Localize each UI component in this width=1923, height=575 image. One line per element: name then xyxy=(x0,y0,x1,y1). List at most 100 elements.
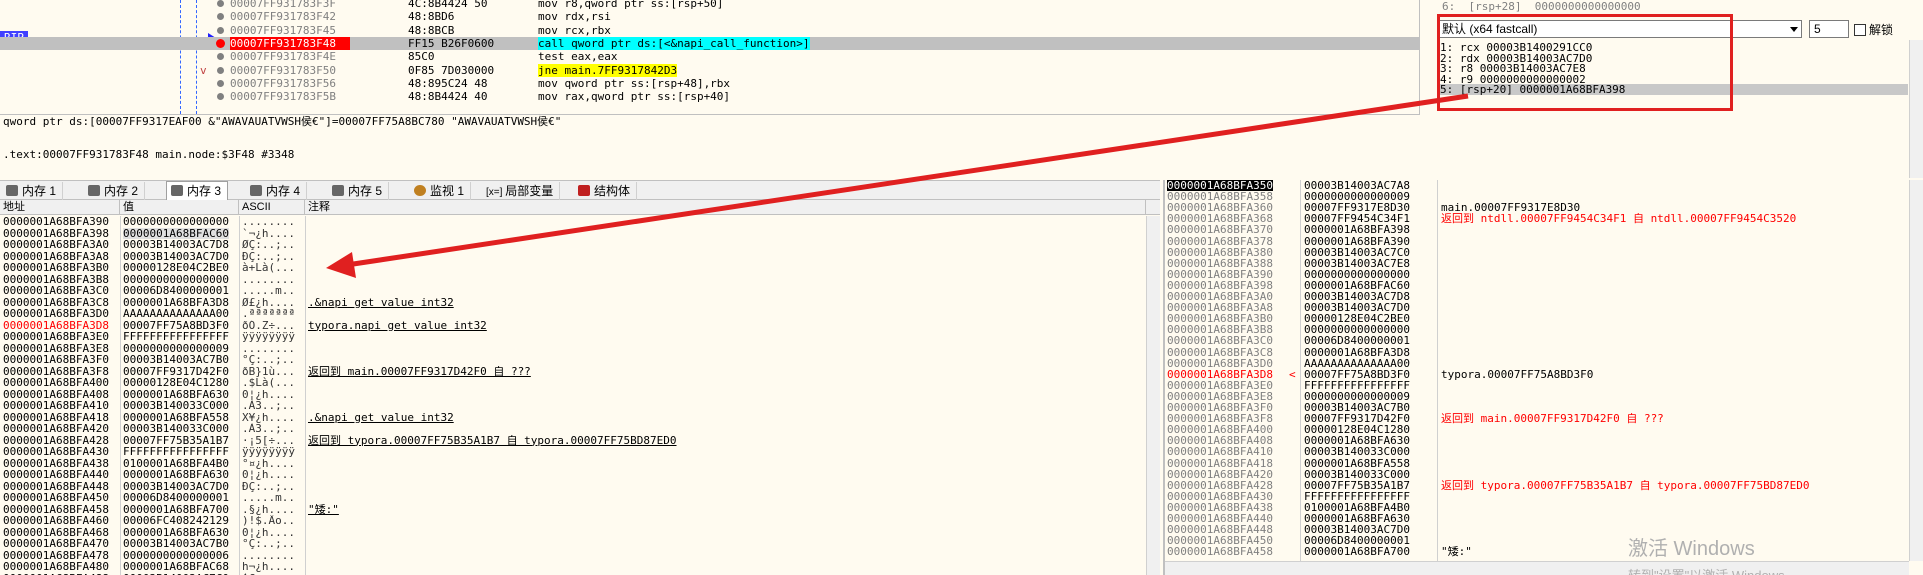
tab-2[interactable]: 内存 2 xyxy=(84,182,146,200)
tab-4[interactable]: 内存 4 xyxy=(246,182,308,200)
table-row[interactable]: 0000001A68BFA3F8 00007FF9317D42F0 ðB}1ù...… xyxy=(0,366,1146,378)
disasm-row[interactable]: v 00007FF931783F50 0F85 7D030000 jne main.7… xyxy=(0,63,1419,77)
stack-row[interactable]: 0000001A68BFA360 00007FF9317E8D30 main.000… xyxy=(1165,202,1909,213)
table-row[interactable]: 0000001A68BFA3D8 00007FF75A8BD3F0 ðÓ.Z÷...… xyxy=(0,320,1146,332)
stack-row[interactable]: 0000001A68BFA420 00003B140033C000 xyxy=(1165,469,1909,480)
stack-row[interactable]: 0000001A68BFA390 0000000000000000 xyxy=(1165,269,1909,280)
disasm-row[interactable]: 00007FF931783F56 48:895C24 48 mov qword pt… xyxy=(0,77,1419,90)
stack-row[interactable]: 0000001A68BFA3B0 00000128E04C2BE0 xyxy=(1165,313,1909,324)
stack-row[interactable]: 0000001A68BFA430 FFFFFFFFFFFFFFFF xyxy=(1165,491,1909,502)
table-row[interactable]: 0000001A68BFA458 0000001A68BFA700 .§¿h....… xyxy=(0,504,1146,516)
stack-row[interactable]: 0000001A68BFA3C8 0000001A68BFA3D8 xyxy=(1165,347,1909,358)
stack-address: 0000001A68BFA3C8 xyxy=(1167,346,1273,358)
stack-row[interactable]: 0000001A68BFA438 0100001A68BFA4B0 xyxy=(1165,502,1909,513)
stack-row[interactable]: 0000001A68BFA388 00003B14003AC7E8 xyxy=(1165,258,1909,269)
col-header-value[interactable]: 值 xyxy=(120,200,239,215)
table-row[interactable]: 0000001A68BFA3E8 0000000000000009........ xyxy=(0,343,1146,355)
table-row[interactable]: 0000001A68BFA3D0 AAAAAAAAAAAAAA00 .ªªªªªªª xyxy=(0,308,1146,320)
stack-row[interactable]: 0000001A68BFA3F8 00007FF9317D42F0 返回到 main… xyxy=(1165,413,1909,424)
table-row[interactable]: 0000001A68BFA3F0 00003B14003AC7B0 °Ç:..;.. xyxy=(0,354,1146,366)
bullet-icon[interactable] xyxy=(217,26,224,34)
disasm-row[interactable]: 00007FF931783F4E 85C0 test eax,eax xyxy=(0,50,1419,63)
stack-row[interactable]: 0000001A68BFA3D0 AAAAAAAAAAAAAA00 xyxy=(1165,358,1909,369)
table-row[interactable]: 0000001A68BFA448 00003B14003AC7D0 ÐÇ:..;.. xyxy=(0,481,1146,493)
table-row[interactable]: 0000001A68BFA460 00006FC408242129)!$.Äo.. xyxy=(0,515,1146,527)
table-row[interactable]: 0000001A68BFA3E0 FFFFFFFFFFFFFFFF ÿÿÿÿÿÿÿÿ xyxy=(0,331,1146,343)
unlock-checkbox[interactable]: 解锁 xyxy=(1854,21,1893,38)
table-row[interactable]: 0000001A68BFA418 0000001A68BFA558 X¥¿h....… xyxy=(0,412,1146,424)
disasm-row[interactable]: 00007FF931783F45 48:8BCB mov rcx,rbx xyxy=(0,24,1419,37)
args-scrollbar[interactable] xyxy=(1909,40,1923,178)
disasm-row[interactable]: 00007FF931783F3F 4C:8B4424 50 mov r8,qword… xyxy=(0,0,1419,10)
disassembly-view[interactable]: RIP 00007FF931783F3F4C:8B4424 50mov r8,q… xyxy=(0,0,1420,114)
table-row[interactable]: 0000001A68BFA400 00000128E04C1280 .$Là(... xyxy=(0,377,1146,389)
tab-7[interactable]: [x=] 局部变量 xyxy=(482,182,561,200)
stack-row[interactable]: 0000001A68BFA440 0000001A68BFA630 xyxy=(1165,513,1909,524)
table-row[interactable]: 0000001A68BFA440 0000001A68BFA630 0¦¿h.... xyxy=(0,469,1146,481)
tab-3[interactable]: 内存 3 xyxy=(166,181,229,201)
col-header-address[interactable]: 地址 xyxy=(0,200,120,215)
stack-row[interactable]: 0000001A68BFA380 00003B14003AC7C0 xyxy=(1165,247,1909,258)
table-row[interactable]: 0000001A68BFA3B0 00000128E04C2BE0 à+Là(... xyxy=(0,262,1146,274)
table-row[interactable]: 0000001A68BFA390 0000000000000000........ xyxy=(0,216,1146,228)
table-row[interactable]: 0000001A68BFA410 00003B140033C000 .À3..;.. xyxy=(0,400,1146,412)
stack-row[interactable]: 0000001A68BFA408 0000001A68BFA630 xyxy=(1165,435,1909,446)
stack-row[interactable]: 0000001A68BFA3E8 0000000000000009 xyxy=(1165,391,1909,402)
table-row[interactable]: 0000001A68BFA470 00003B14003AC7B0 °Ç:..;.. xyxy=(0,538,1146,550)
stack-row[interactable]: 0000001A68BFA428 00007FF75B35A1B7 返回到 typo… xyxy=(1165,480,1909,491)
tab-5[interactable]: 内存 5 xyxy=(328,182,390,200)
stack-row[interactable]: 0000001A68BFA400 00000128E04C1280 xyxy=(1165,424,1909,435)
col-header-comment[interactable]: 注释 xyxy=(305,200,1146,215)
table-row[interactable]: 0000001A68BFA428 00007FF75B35A1B7 ·¡5[÷...… xyxy=(0,435,1146,447)
table-row[interactable]: 0000001A68BFA430 FFFFFFFFFFFFFFFF ÿÿÿÿÿÿÿÿ xyxy=(0,446,1146,458)
table-row[interactable]: 0000001A68BFA3B8 0000000000000000........ xyxy=(0,274,1146,286)
bullet-icon[interactable] xyxy=(217,13,224,21)
instruction-bytes: 48:8BCB xyxy=(408,23,455,37)
bullet-icon[interactable] xyxy=(217,0,224,7)
stack-row[interactable]: 0000001A68BFA378 0000001A68BFA390 xyxy=(1165,236,1909,247)
table-row[interactable]: 0000001A68BFA450 00006D8400000001 .....m.. xyxy=(0,492,1146,504)
stack-row[interactable]: 0000001A68BFA358 0000000000000009 xyxy=(1165,191,1909,202)
stack-row[interactable]: 0000001A68BFA368 00007FF9454C34F1 返回到 ntdl… xyxy=(1165,213,1909,224)
disasm-row[interactable]: 00007FF931783F5B 48:8B4424 40 mov rax,qwor… xyxy=(0,90,1419,103)
table-row[interactable]: 0000001A68BFA3A8 00003B14003AC7D0 ÐÇ:..;.. xyxy=(0,251,1146,263)
table-row[interactable]: 0000001A68BFA480 0000001A68BFAC68 h¬¿h.... xyxy=(0,561,1146,573)
stack-scrollbar[interactable] xyxy=(1909,180,1923,561)
stack-row[interactable]: 0000001A68BFA3A0 00003B14003AC7D8 xyxy=(1165,291,1909,302)
stack-row[interactable]: 0000001A68BFA3C0 00006D8400000001 xyxy=(1165,335,1909,346)
stack-row[interactable]: 0000001A68BFA350 00003B14003AC7A8 xyxy=(1165,180,1909,191)
stack-row[interactable]: 0000001A68BFA370 0000001A68BFA398 xyxy=(1165,224,1909,235)
disasm-row[interactable]: 00007FF931783F48 FF15 B26F0600 call qword … xyxy=(0,36,1419,50)
table-row[interactable]: 0000001A68BFA3A0 00003B14003AC7D8 ØÇ:..;.. xyxy=(0,239,1146,251)
stack-row[interactable]: 0000001A68BFA410 00003B140033C000 xyxy=(1165,446,1909,457)
memory-dump-view[interactable]: 地址 值 ASCII 注释 0000001A68BFA390 0000000000… xyxy=(0,200,1160,575)
dump-scrollbar[interactable] xyxy=(1146,216,1160,575)
stack-row[interactable]: 0000001A68BFA3D8 <00007FF75A8BD3F0 typora.… xyxy=(1165,369,1909,380)
tab-1[interactable]: 内存 1 xyxy=(2,182,64,200)
stack-view[interactable]: 0000001A68BFA350 00003B14003AC7A8 0000001A… xyxy=(1163,180,1923,575)
bullet-icon[interactable] xyxy=(217,66,224,74)
table-row[interactable]: 0000001A68BFA408 0000001A68BFA630 0¦¿h.... xyxy=(0,389,1146,401)
stack-row[interactable]: 0000001A68BFA3B8 0000000000000000 xyxy=(1165,324,1909,335)
tab-8[interactable]: 结构体 xyxy=(574,182,638,200)
table-row[interactable]: 0000001A68BFA398 0000001A68BFAC60 `¬¿h.... xyxy=(0,227,1146,239)
table-row[interactable]: 0000001A68BFA478 0000000000000006........ xyxy=(0,550,1146,562)
table-row[interactable]: 0000001A68BFA438 0100001A68BFA4B0 °¤¿h.... xyxy=(0,458,1146,470)
stack-row[interactable]: 0000001A68BFA398 0000001A68BFAC60 xyxy=(1165,280,1909,291)
arg-count-spinner[interactable]: 5 xyxy=(1809,20,1849,38)
stack-row[interactable]: 0000001A68BFA418 0000001A68BFA558 xyxy=(1165,458,1909,469)
stack-row[interactable]: 0000001A68BFA3E0 FFFFFFFFFFFFFFFF xyxy=(1165,380,1909,391)
table-row[interactable]: 0000001A68BFA420 00003B140033C000 .À3..;.. xyxy=(0,423,1146,435)
stack-row[interactable]: 0000001A68BFA3F0 00003B14003AC7B0 xyxy=(1165,402,1909,413)
table-row[interactable]: 0000001A68BFA468 0000001A68BFA630 0¦¿h.... xyxy=(0,527,1146,539)
table-row[interactable]: 0000001A68BFA3C8 0000001A68BFA3D8 Ø£¿h....… xyxy=(0,297,1146,309)
bullet-icon[interactable] xyxy=(217,53,224,61)
bullet-icon[interactable] xyxy=(217,79,224,87)
bullet-icon[interactable] xyxy=(217,93,224,101)
tab-6[interactable]: 监视 1 xyxy=(410,182,472,200)
breakpoint-icon[interactable] xyxy=(216,38,225,48)
table-row[interactable]: 0000001A68BFA3C0 00006D8400000001 .....m.. xyxy=(0,285,1146,297)
stack-row[interactable]: 0000001A68BFA3A8 00003B14003AC7D0 xyxy=(1165,302,1909,313)
col-header-ascii[interactable]: ASCII xyxy=(239,200,305,215)
disasm-row[interactable]: 00007FF931783F42 48:8BD6 mov rdx,rsi xyxy=(0,10,1419,23)
